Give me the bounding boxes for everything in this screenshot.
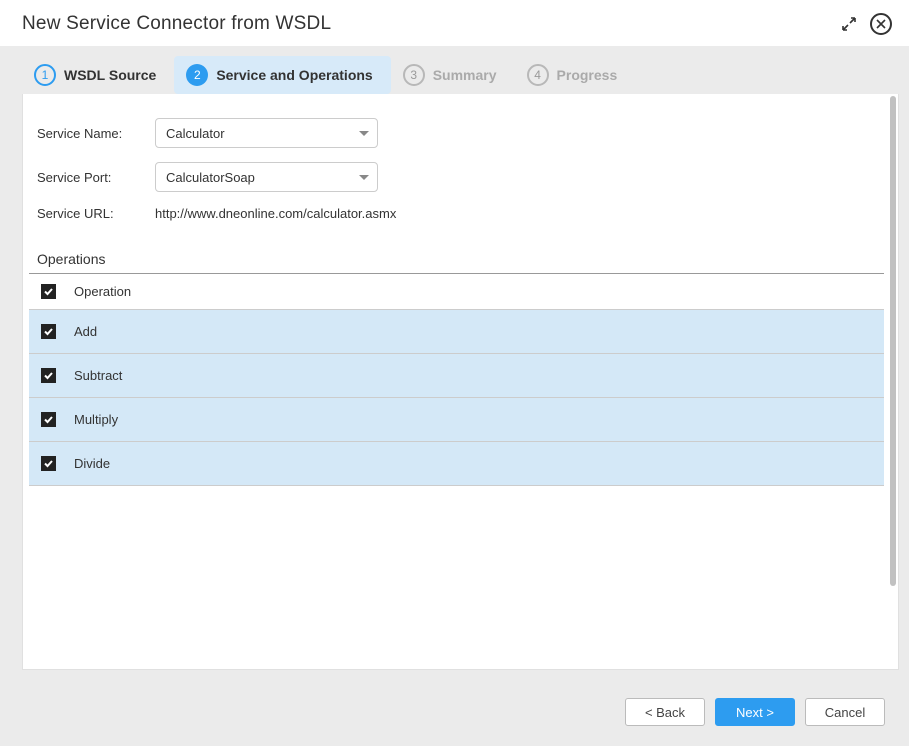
service-url-row: Service URL: http://www.dneonline.com/ca… <box>23 206 898 235</box>
operation-row[interactable]: Add <box>29 310 884 354</box>
tab-step-number: 3 <box>403 64 425 86</box>
chevron-down-icon <box>359 175 369 180</box>
operation-checkbox[interactable] <box>41 324 56 339</box>
check-icon <box>43 370 54 381</box>
operation-name: Subtract <box>74 368 122 383</box>
operation-checkbox[interactable] <box>41 456 56 471</box>
service-port-value: CalculatorSoap <box>166 170 255 185</box>
check-icon <box>43 414 54 425</box>
operation-row[interactable]: Divide <box>29 442 884 486</box>
tab-label: Service and Operations <box>216 67 372 83</box>
operations-header-row: Operation <box>29 273 884 310</box>
tab-summary[interactable]: 3 Summary <box>391 56 515 94</box>
tab-progress[interactable]: 4 Progress <box>515 56 636 94</box>
back-button[interactable]: < Back <box>625 698 705 726</box>
dialog-footer: < Back Next > Cancel <box>0 678 909 746</box>
expand-button[interactable] <box>837 12 861 36</box>
tab-service-operations[interactable]: 2 Service and Operations <box>174 56 390 94</box>
service-port-select[interactable]: CalculatorSoap <box>155 162 378 192</box>
next-button[interactable]: Next > <box>715 698 795 726</box>
tab-step-number: 4 <box>527 64 549 86</box>
service-url-label: Service URL: <box>37 206 147 221</box>
chevron-down-icon <box>359 131 369 136</box>
close-icon <box>870 13 892 35</box>
operation-row[interactable]: Subtract <box>29 354 884 398</box>
dialog-title: New Service Connector from WSDL <box>22 13 331 35</box>
check-icon <box>43 286 54 297</box>
operations-title: Operations <box>23 235 898 273</box>
scrollbar[interactable] <box>890 96 896 586</box>
tab-label: Summary <box>433 67 497 83</box>
service-name-value: Calculator <box>166 126 225 141</box>
cancel-button[interactable]: Cancel <box>805 698 885 726</box>
operation-name: Add <box>74 324 97 339</box>
operation-row[interactable]: Multiply <box>29 398 884 442</box>
operation-column-header: Operation <box>74 284 131 299</box>
dialog-header: New Service Connector from WSDL <box>0 0 909 46</box>
operation-name: Multiply <box>74 412 118 427</box>
service-name-label: Service Name: <box>37 126 147 141</box>
operations-table: Operation Add Subtract <box>29 273 884 486</box>
operation-checkbox[interactable] <box>41 412 56 427</box>
close-button[interactable] <box>869 12 893 36</box>
service-url-value: http://www.dneonline.com/calculator.asmx <box>155 206 396 221</box>
check-icon <box>43 326 54 337</box>
tab-label: WSDL Source <box>64 67 156 83</box>
tab-step-number: 2 <box>186 64 208 86</box>
tab-label: Progress <box>557 67 618 83</box>
service-name-row: Service Name: Calculator <box>23 118 898 162</box>
operation-checkbox[interactable] <box>41 368 56 383</box>
wizard-tabs: 1 WSDL Source 2 Service and Operations 3… <box>0 46 909 94</box>
select-all-checkbox[interactable] <box>41 284 56 299</box>
tab-step-number: 1 <box>34 64 56 86</box>
operation-name: Divide <box>74 456 110 471</box>
wsdl-connector-dialog: New Service Connector from WSDL 1 WSDL S… <box>0 0 909 746</box>
check-icon <box>43 458 54 469</box>
expand-icon <box>841 16 857 32</box>
tab-wsdl-source[interactable]: 1 WSDL Source <box>22 56 174 94</box>
service-name-select[interactable]: Calculator <box>155 118 378 148</box>
service-port-row: Service Port: CalculatorSoap <box>23 162 898 206</box>
content-panel: Service Name: Calculator Service Port: C… <box>22 94 899 670</box>
service-port-label: Service Port: <box>37 170 147 185</box>
dialog-controls <box>837 12 893 36</box>
